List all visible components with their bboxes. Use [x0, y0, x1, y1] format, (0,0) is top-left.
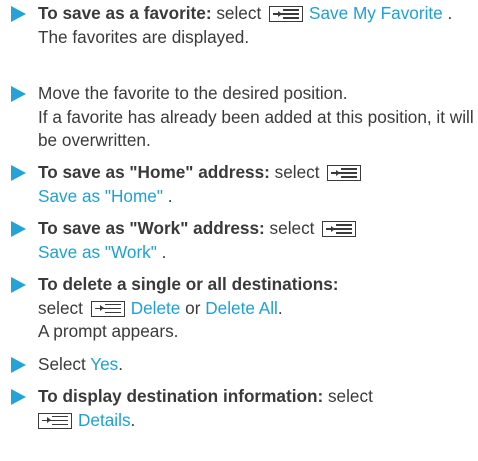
step-text: .: [130, 409, 136, 430]
menu-item-delete: Delete: [130, 297, 181, 318]
step-save-work: To save as "Work" address: select Save a…: [0, 217, 478, 264]
menu-symbol-icon: [90, 300, 125, 317]
step-heading: To display destination information:: [38, 386, 324, 406]
step-text: If a favorite has already been added at …: [38, 106, 474, 151]
step-result: A prompt appears.: [38, 321, 179, 341]
instruction-page: To save as a favorite: select Save My Fa…: [0, 0, 478, 461]
menu-item-save-as-work: Save as "Work": [38, 241, 157, 262]
step-select-yes: Select Yes.: [0, 353, 478, 377]
step-result: The favorites are displayed.: [38, 26, 250, 47]
triangle-bullet-icon: [11, 6, 26, 22]
step-heading: To save as "Work" address:: [38, 218, 265, 238]
triangle-bullet-icon: [11, 221, 26, 237]
step-text: select: [269, 162, 320, 182]
step-heading: To save as "Home" address:: [38, 162, 270, 182]
step-text: .: [156, 241, 167, 262]
step-text: .: [118, 354, 124, 374]
menu-item-delete-all: Delete All: [205, 297, 278, 318]
triangle-bullet-icon: [11, 357, 26, 373]
triangle-bullet-icon: [11, 165, 26, 181]
triangle-bullet-icon: [11, 277, 26, 293]
step-save-home: To save as "Home" address: select Save a…: [0, 161, 478, 208]
step-text: Select: [38, 354, 91, 374]
menu-symbol-icon: [327, 165, 362, 181]
menu-symbol-icon: [322, 221, 357, 237]
triangle-bullet-icon: [11, 389, 26, 405]
step-text: select: [323, 386, 373, 406]
step-text: Move the favorite to the desired positio…: [38, 83, 348, 103]
menu-item-details: Details: [78, 409, 131, 430]
step-text: .: [162, 185, 173, 206]
step-text: .: [277, 297, 283, 318]
step-text: select: [211, 3, 262, 23]
step-text: select: [264, 218, 315, 238]
step-delete-destinations: To delete a single or all destinations: …: [0, 273, 478, 344]
step-heading: To delete a single or all destinations:: [38, 274, 339, 294]
menu-symbol-icon: [269, 6, 304, 22]
step-text: select: [38, 297, 83, 318]
step-move-favorite: Move the favorite to the desired positio…: [0, 82, 478, 153]
menu-item-save-my-favorite: Save My Favorite: [309, 3, 443, 23]
step-text: or: [180, 297, 206, 318]
menu-item-yes: Yes: [90, 354, 119, 374]
menu-symbol-icon: [38, 412, 72, 429]
menu-item-save-as-home: Save as "Home": [38, 185, 163, 206]
step-save-favorite: To save as a favorite: select Save My Fa…: [0, 2, 478, 49]
triangle-bullet-icon: [11, 86, 26, 102]
step-text: .: [442, 3, 453, 23]
step-heading: To save as a favorite:: [38, 3, 212, 23]
step-display-details: To display destination information: sele…: [0, 385, 478, 432]
